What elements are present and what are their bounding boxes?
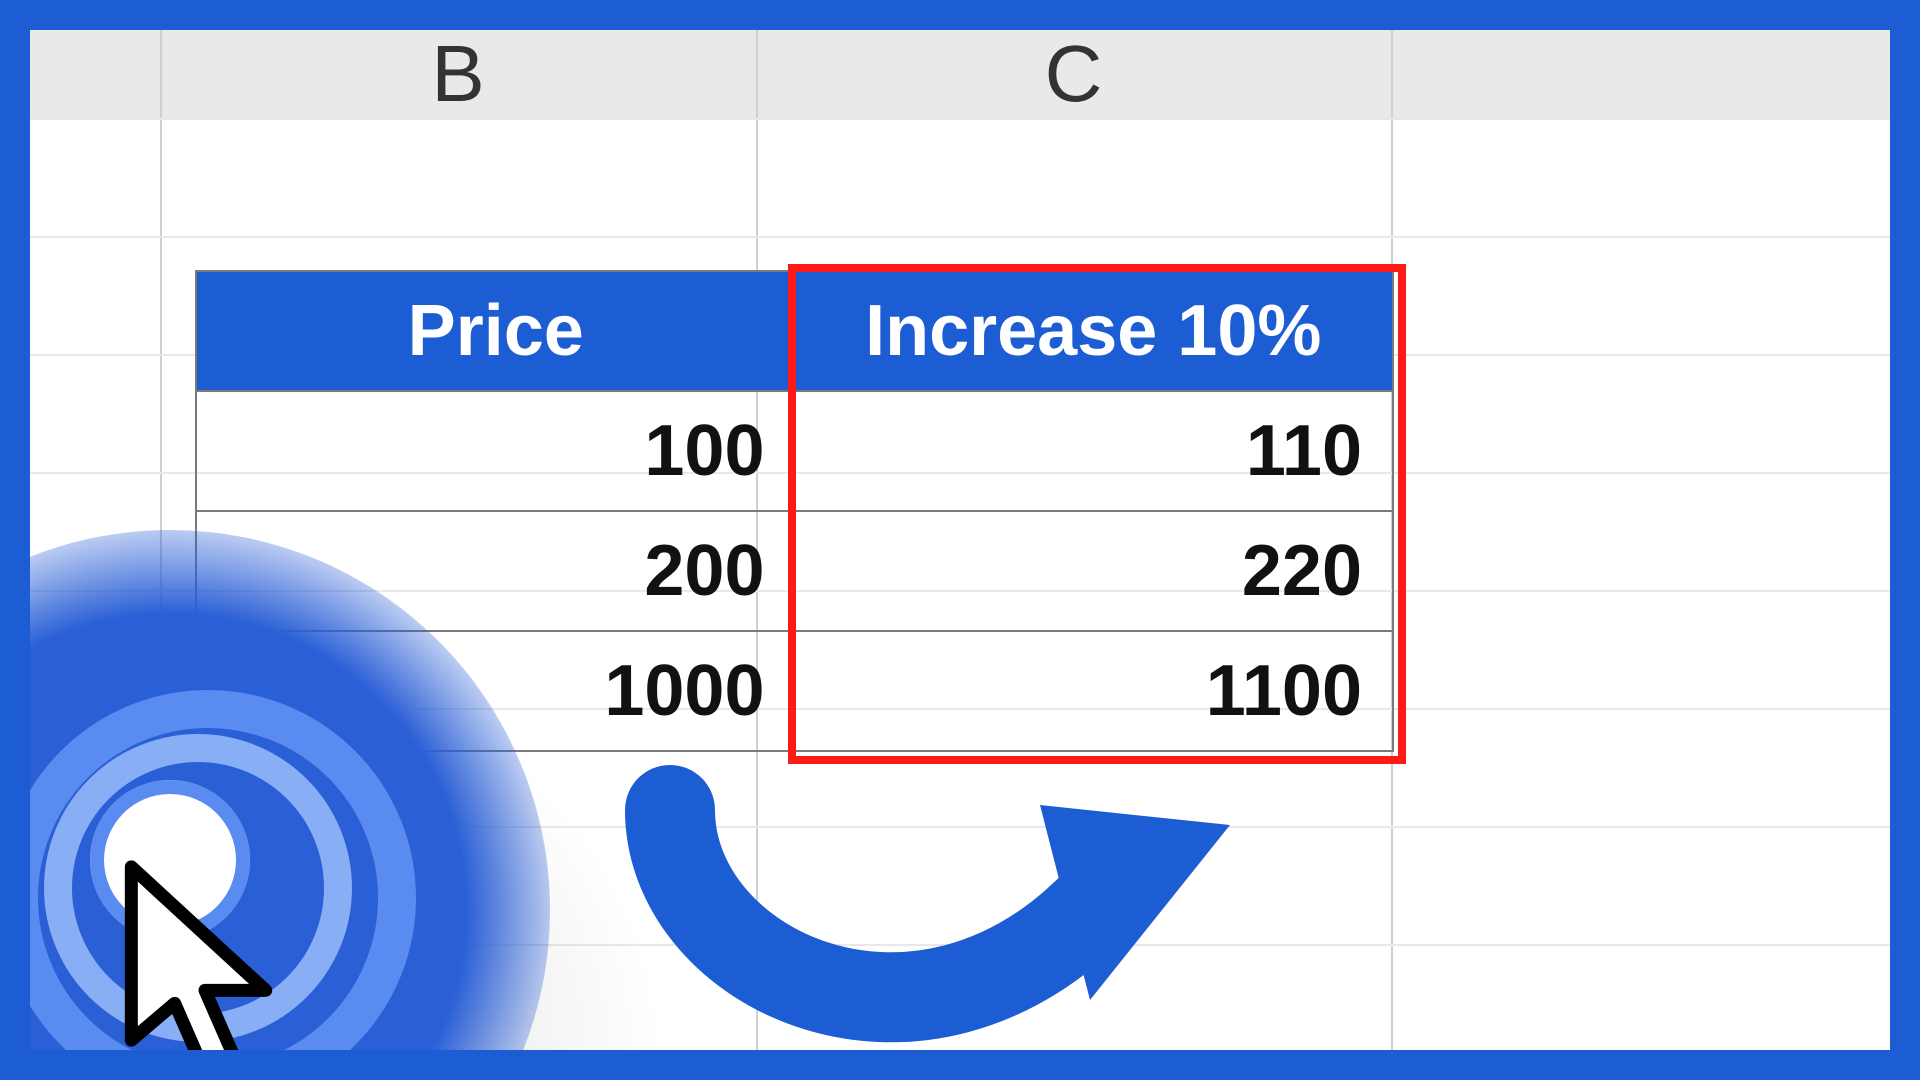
curved-arrow-icon [610, 710, 1250, 1050]
table-header-row: Price Increase 10% [197, 272, 1392, 390]
column-header-bar: B C [30, 30, 1890, 120]
grid-line [30, 118, 1890, 120]
table-row: 100 110 [197, 390, 1392, 510]
spreadsheet-grid: B C Price Increase 10% 100 110 [30, 30, 1890, 1050]
cell-price[interactable]: 100 [197, 392, 795, 510]
grid-line [30, 236, 1890, 238]
cell-increase[interactable]: 1100 [795, 632, 1393, 750]
column-header-c[interactable]: C [756, 30, 1391, 118]
table-header-increase[interactable]: Increase 10% [795, 272, 1393, 390]
cell-increase[interactable]: 110 [795, 392, 1393, 510]
cursor-icon [108, 856, 328, 1050]
column-header-b[interactable]: B [160, 30, 756, 118]
table-header-price[interactable]: Price [197, 272, 795, 390]
spreadsheet-frame: B C Price Increase 10% 100 110 [30, 30, 1890, 1050]
cell-increase[interactable]: 220 [795, 512, 1393, 630]
